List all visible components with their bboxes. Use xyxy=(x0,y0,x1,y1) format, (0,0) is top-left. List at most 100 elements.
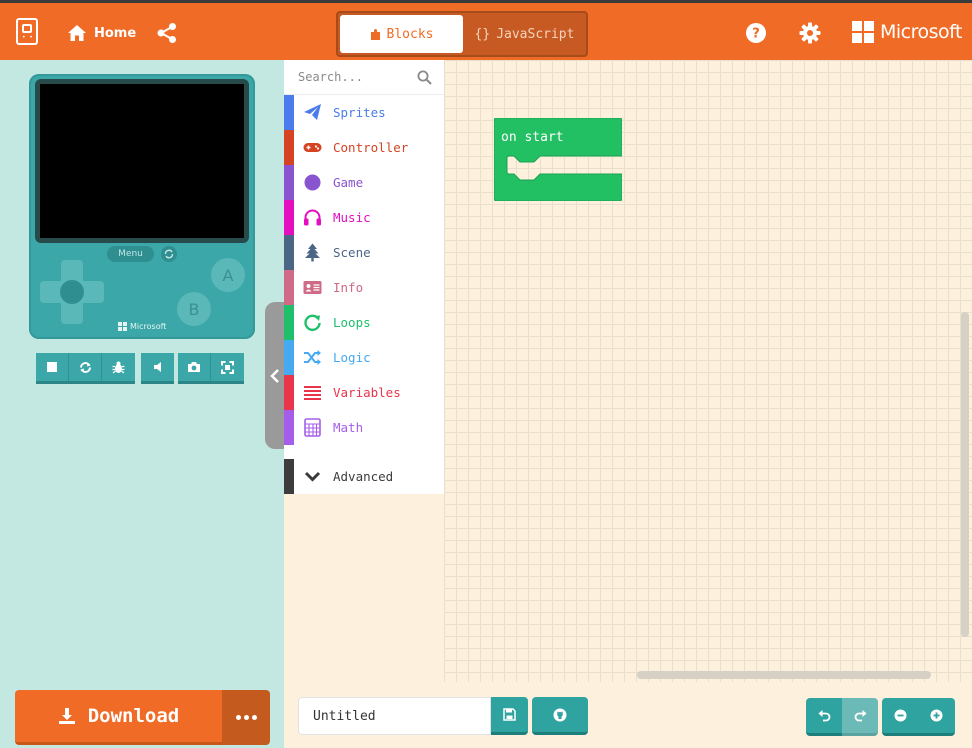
category-variables[interactable]: Variables xyxy=(284,375,444,410)
category-advanced[interactable]: Advanced xyxy=(284,459,444,494)
help-icon[interactable]: ? xyxy=(745,22,767,44)
zoom-in-button[interactable] xyxy=(918,698,955,736)
calculator-icon xyxy=(304,418,321,437)
on-start-block[interactable] xyxy=(494,118,622,201)
fullscreen-icon xyxy=(221,360,234,374)
category-game[interactable]: Game xyxy=(284,165,444,200)
undo-icon xyxy=(818,709,830,721)
screenshot-button[interactable] xyxy=(178,353,211,381)
reset-icon[interactable] xyxy=(161,246,177,262)
mute-button[interactable] xyxy=(141,353,174,381)
screenshot-icon xyxy=(188,362,200,372)
device-brand: Microsoft xyxy=(118,322,166,331)
category-scene[interactable]: Scene xyxy=(284,235,444,270)
list-lines-icon xyxy=(304,386,321,400)
paper-plane-icon xyxy=(304,104,321,120)
category-label: Advanced xyxy=(333,469,394,484)
puzzle-icon xyxy=(370,29,380,40)
download-label: Download xyxy=(87,705,180,727)
a-button[interactable]: A xyxy=(211,258,245,292)
github-button[interactable] xyxy=(532,697,588,735)
shuffle-icon xyxy=(304,350,321,365)
category-label: Info xyxy=(333,280,364,295)
headphones-icon xyxy=(304,209,321,226)
category-label: Music xyxy=(333,210,371,225)
arcade-device: Menu A B Microsoft xyxy=(29,74,255,339)
zoom-in-icon xyxy=(930,709,943,722)
menu-button[interactable]: Menu xyxy=(107,246,154,262)
svg-text:?: ? xyxy=(752,27,760,42)
game-screen[interactable] xyxy=(40,84,244,238)
download-icon xyxy=(58,708,75,724)
redo-button[interactable] xyxy=(842,698,878,736)
tree-icon xyxy=(305,243,320,262)
debug-button[interactable] xyxy=(102,353,135,381)
workspace-horizontal-scrollbar[interactable] xyxy=(637,671,931,679)
project-name-input[interactable] xyxy=(298,697,491,735)
toolbox-padding xyxy=(284,494,444,682)
sim-toolbar-extra xyxy=(178,353,244,384)
mute-icon xyxy=(153,362,161,372)
javascript-tab-label: JavaScript xyxy=(496,26,575,42)
category-sprites[interactable]: Sprites xyxy=(284,95,444,130)
b-button[interactable]: B xyxy=(177,292,211,326)
simulator-panel: Menu A B Microsoft Download xyxy=(0,60,284,748)
microsoft-logo-icon xyxy=(852,21,874,43)
category-label: Scene xyxy=(333,245,371,260)
blocks-tab-label: Blocks xyxy=(386,26,434,42)
restart-icon xyxy=(79,361,91,373)
microsoft-logo-icon xyxy=(118,322,127,331)
loop-icon xyxy=(304,314,321,332)
zoom-out-icon xyxy=(894,709,906,722)
category-info[interactable]: Info xyxy=(284,270,444,305)
search-input[interactable] xyxy=(298,70,413,84)
save-icon xyxy=(503,708,516,721)
share-icon[interactable] xyxy=(156,22,178,44)
home-label: Home xyxy=(94,25,137,41)
circle-icon xyxy=(304,174,321,191)
microsoft-brand[interactable]: Microsoft xyxy=(852,21,962,43)
category-label: Logic xyxy=(333,350,371,365)
chevron-down-icon xyxy=(304,471,321,482)
arcade-logo-icon[interactable]: • • xyxy=(16,18,38,45)
screen-bezel xyxy=(35,79,249,243)
category-label: Sprites xyxy=(333,105,386,120)
category-label: Math xyxy=(333,420,364,435)
device-brand-label: Microsoft xyxy=(130,322,167,331)
category-controller[interactable]: Controller xyxy=(284,130,444,165)
collapse-simulator-button[interactable] xyxy=(265,302,284,449)
search-icon[interactable] xyxy=(417,70,432,85)
category-logic[interactable]: Logic xyxy=(284,340,444,375)
sim-toolbar-mute xyxy=(141,353,174,384)
gamepad-icon xyxy=(303,143,322,152)
category-math[interactable]: Math xyxy=(284,410,444,445)
github-icon xyxy=(553,708,567,721)
category-loops[interactable]: Loops xyxy=(284,305,444,340)
category-label: Game xyxy=(333,175,364,190)
toolbox: Sprites Controller Game Music Scene xyxy=(284,60,444,494)
restart-button[interactable] xyxy=(69,353,102,381)
dpad[interactable] xyxy=(40,260,104,324)
more-options-button[interactable] xyxy=(222,690,270,745)
undo-button[interactable] xyxy=(806,698,842,736)
blocks-tab[interactable]: Blocks xyxy=(340,15,463,53)
save-button[interactable] xyxy=(491,697,528,735)
category-music[interactable]: Music xyxy=(284,200,444,235)
download-button[interactable]: Download xyxy=(15,690,222,745)
home-icon xyxy=(68,25,86,41)
stop-button[interactable] xyxy=(36,353,69,381)
stop-icon xyxy=(47,362,57,372)
settings-icon[interactable] xyxy=(799,22,821,44)
blocks-workspace[interactable]: on start xyxy=(444,60,972,682)
home-button[interactable]: Home xyxy=(67,22,136,44)
javascript-tab[interactable]: {} JavaScript xyxy=(465,15,584,53)
category-label: Variables xyxy=(333,385,401,400)
id-card-icon xyxy=(303,281,322,294)
header-bar: • • Home Blocks {} JavaScript ? Microsof… xyxy=(0,0,972,60)
sim-toolbar-main xyxy=(36,353,135,384)
workspace-vertical-scrollbar[interactable] xyxy=(961,312,969,637)
fullscreen-button[interactable] xyxy=(211,353,244,381)
redo-icon xyxy=(854,709,866,721)
editor-mode-switch: Blocks {} JavaScript xyxy=(336,11,588,57)
zoom-out-button[interactable] xyxy=(882,698,918,736)
